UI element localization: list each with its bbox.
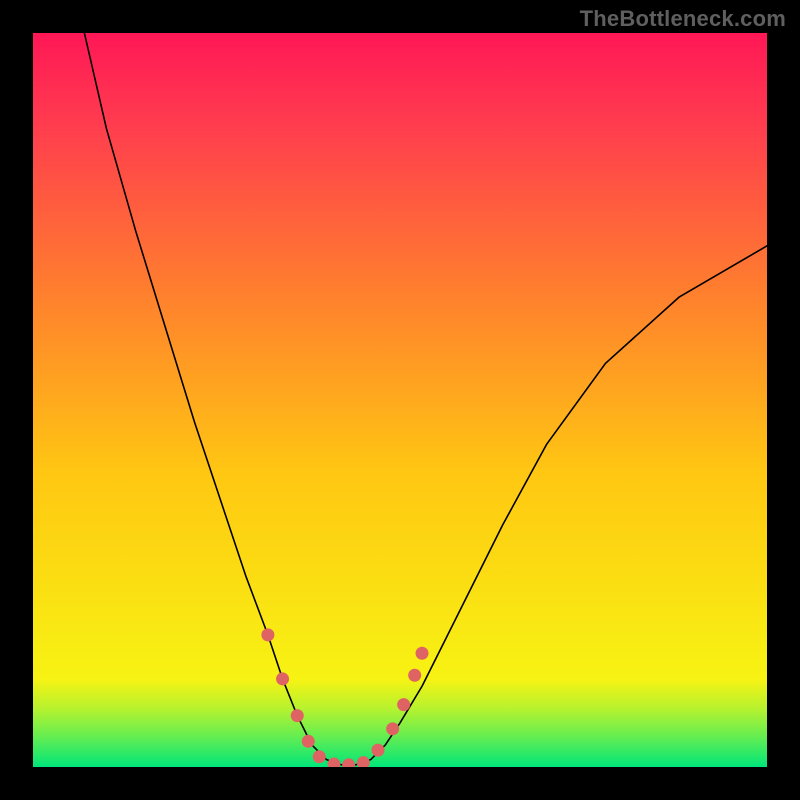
optimal-marker	[276, 672, 289, 685]
optimal-marker	[416, 647, 429, 660]
optimal-marker	[291, 709, 304, 722]
gradient-background	[33, 33, 767, 767]
bottleneck-chart	[33, 33, 767, 767]
optimal-marker	[397, 698, 410, 711]
optimal-marker	[408, 669, 421, 682]
optimal-marker	[313, 750, 326, 763]
optimal-marker	[302, 735, 315, 748]
watermark-text: TheBottleneck.com	[580, 6, 786, 32]
chart-frame: TheBottleneck.com	[0, 0, 800, 800]
optimal-marker	[371, 744, 384, 757]
optimal-marker	[386, 722, 399, 735]
optimal-marker	[261, 628, 274, 641]
